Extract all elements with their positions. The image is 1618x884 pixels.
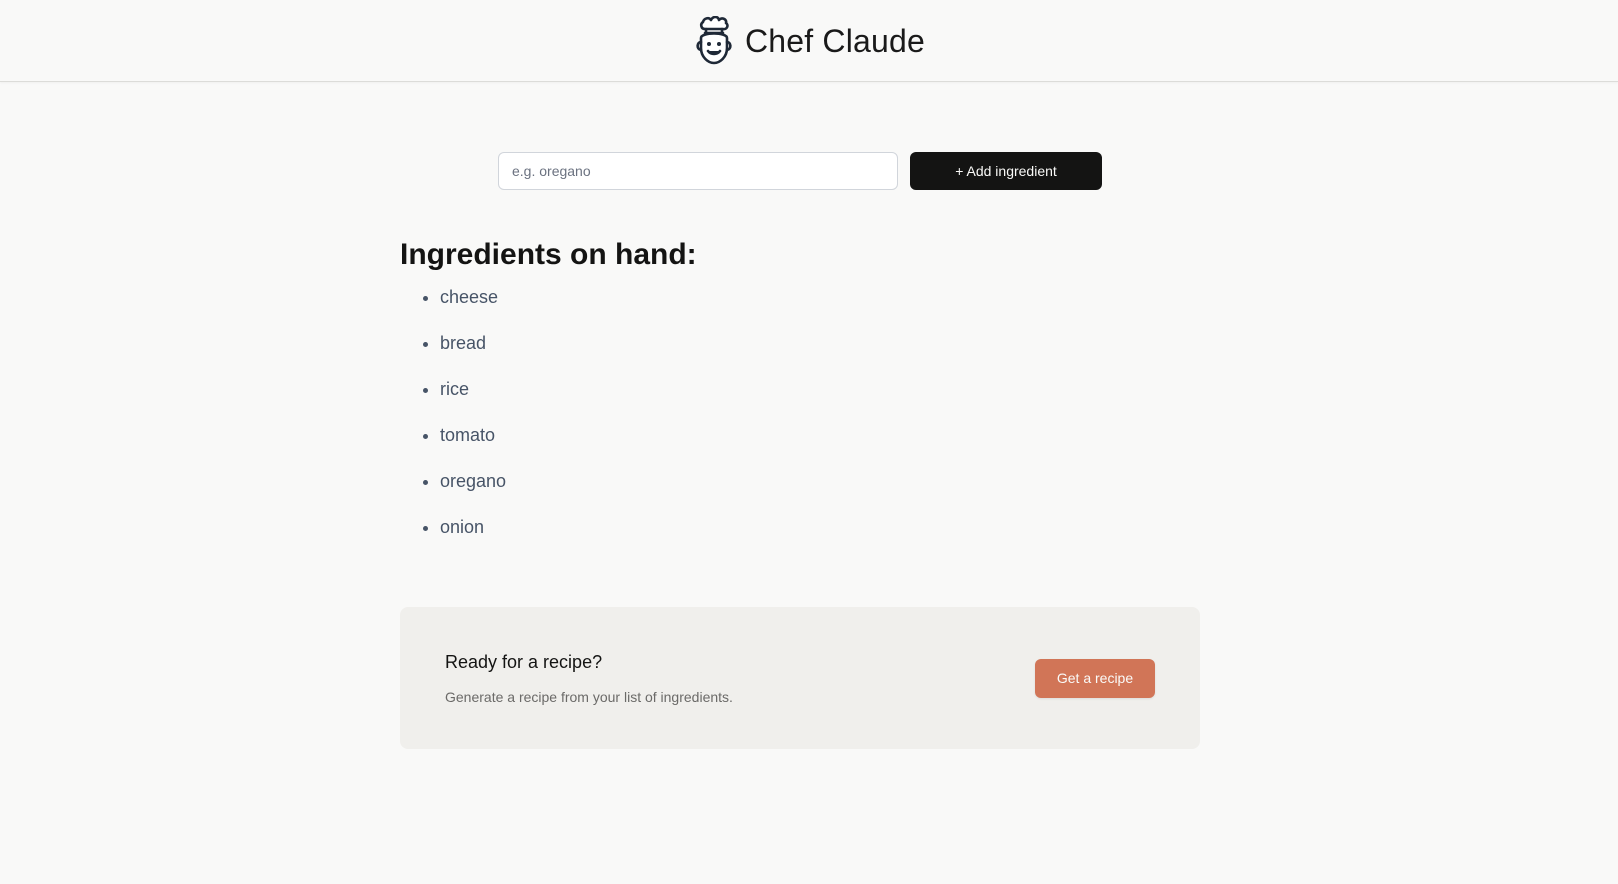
list-item: tomato [440,424,1200,446]
app-header: Chef Claude [0,0,1618,82]
chef-face-icon [696,15,732,64]
list-item: rice [440,378,1200,400]
ingredients-heading: Ingredients on hand: [400,238,697,271]
get-recipe-card: Ready for a recipe? Generate a recipe fr… [400,607,1200,749]
ingredient-input[interactable] [498,152,898,190]
add-ingredient-form: + Add ingredient [498,152,1102,190]
list-item: oregano [440,470,1200,492]
list-item: bread [440,332,1200,354]
recipe-card-heading: Ready for a recipe? [445,651,603,672]
app-title: Chef Claude [744,23,926,59]
recipe-card-text-group: Ready for a recipe? Generate a recipe fr… [445,652,733,705]
ingredients-section: Ingredients on hand: cheese bread rice t… [400,238,1200,562]
get-recipe-button[interactable]: Get a recipe [1035,658,1155,698]
ingredient-list: cheese bread rice tomato oregano onion [400,286,1200,538]
recipe-card-description: Generate a recipe from your list of ingr… [445,688,733,705]
list-item: cheese [440,286,1200,308]
add-ingredient-button[interactable]: + Add ingredient [910,152,1102,190]
list-item: onion [440,516,1200,538]
